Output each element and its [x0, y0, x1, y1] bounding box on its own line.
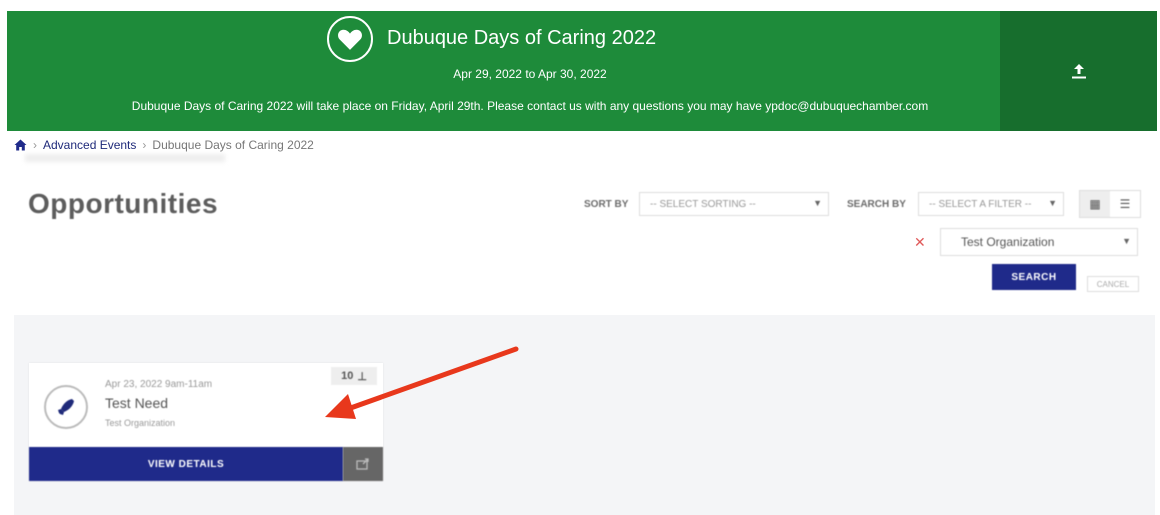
organization-select[interactable]: Test Organization ▼: [940, 228, 1138, 256]
breadcrumb-separator: ›: [142, 138, 147, 152]
event-dates: Apr 29, 2022 to Apr 30, 2022: [453, 67, 607, 81]
search-by-label: SEARCH BY: [847, 199, 906, 210]
opportunity-card[interactable]: Apr 23, 2022 9am-11am Test Need Test Org…: [29, 363, 383, 481]
chevron-down-icon: ▼: [1122, 236, 1131, 246]
breadcrumb-separator: ›: [33, 138, 37, 152]
breadcrumb-current-event: Dubuque Days of Caring 2022: [152, 138, 314, 152]
blurred-bar: [25, 154, 225, 162]
view-details-button[interactable]: VIEW DETAILS: [29, 447, 343, 481]
upload-icon: [1071, 64, 1086, 79]
clear-filter-icon[interactable]: ✕: [914, 234, 926, 251]
share-icon: [356, 458, 369, 470]
share-opportunity-button[interactable]: [343, 447, 383, 481]
breadcrumb: › Advanced Events › Dubuque Days of Cari…: [14, 138, 314, 152]
sort-select-value: -- SELECT SORTING --: [650, 198, 756, 210]
organization-select-value: Test Organization: [961, 235, 1055, 249]
page-title: Opportunities: [28, 188, 219, 219]
event-title: Dubuque Days of Caring 2022: [387, 27, 657, 49]
share-button[interactable]: [1000, 11, 1157, 131]
search-button[interactable]: SEARCH: [992, 264, 1076, 290]
grid-view-icon[interactable]: ▦: [1080, 191, 1110, 217]
sort-by-label: SORT BY: [584, 199, 629, 210]
cancel-button[interactable]: CANCEL: [1087, 276, 1139, 292]
list-view-icon[interactable]: ☰: [1110, 191, 1140, 217]
person-icon: ⊥: [357, 370, 367, 383]
search-filter-select[interactable]: -- SELECT A FILTER -- ▼: [918, 192, 1064, 216]
opportunities-section: Opportunities SORT BY -- SELECT SORTING …: [14, 170, 1155, 515]
home-icon[interactable]: [14, 139, 27, 151]
volunteer-count-badge: 10 ⊥: [331, 367, 377, 385]
rocket-icon: [44, 385, 88, 429]
opportunity-date: Apr 23, 2022 9am-11am: [105, 379, 213, 390]
breadcrumb-advanced-events[interactable]: Advanced Events: [43, 138, 136, 152]
opportunity-title[interactable]: Test Need: [105, 395, 168, 411]
opportunities-header-panel: Opportunities SORT BY -- SELECT SORTING …: [14, 170, 1155, 315]
event-description: Dubuque Days of Caring 2022 will take pl…: [131, 99, 929, 113]
heart-icon: [327, 16, 373, 62]
event-banner: Dubuque Days of Caring 2022 Apr 29, 2022…: [7, 11, 1157, 131]
chevron-down-icon: ▼: [813, 198, 822, 208]
view-toggle: ▦ ☰: [1079, 190, 1141, 218]
event-banner-main: Dubuque Days of Caring 2022 Apr 29, 2022…: [7, 11, 1000, 131]
opportunity-organization: Test Organization: [105, 418, 176, 428]
search-filter-select-value: -- SELECT A FILTER --: [929, 198, 1032, 210]
chevron-down-icon: ▼: [1048, 198, 1057, 208]
sort-select[interactable]: -- SELECT SORTING -- ▼: [639, 192, 829, 216]
volunteer-count: 10: [341, 370, 354, 382]
